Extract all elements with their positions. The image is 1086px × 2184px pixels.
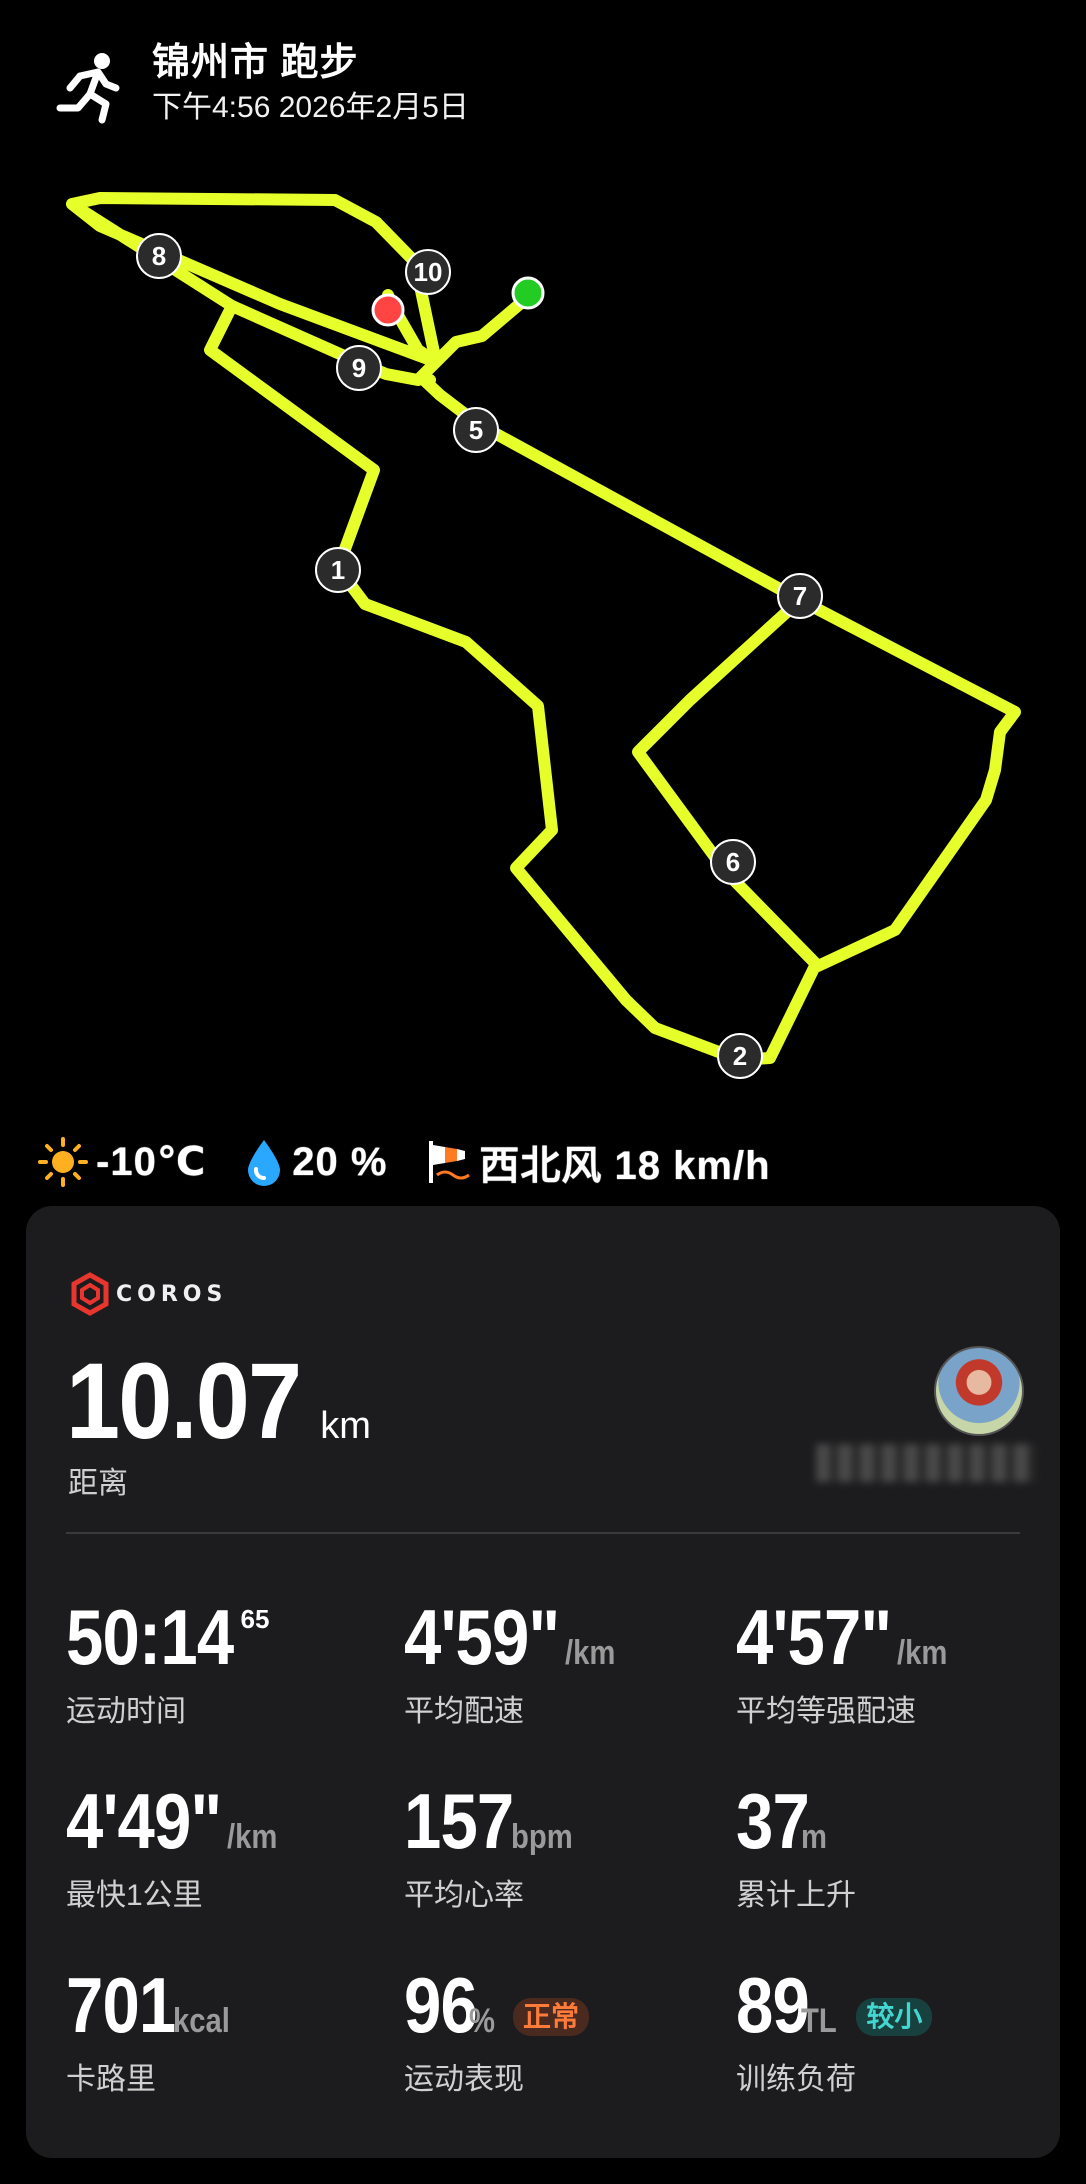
activity-datetime: 下午4:56 2026年2月5日 xyxy=(152,91,469,124)
temperature-text: -10℃ xyxy=(96,1140,207,1184)
activity-title: 锦州市 跑步 xyxy=(152,42,359,84)
km-marker-7[interactable]: 7 xyxy=(777,573,823,619)
svg-text:9: 9 xyxy=(352,353,366,383)
header: 锦州市 跑步 下午4:56 2026年2月5日 xyxy=(50,40,469,140)
svg-text:10: 10 xyxy=(414,257,443,287)
start-point xyxy=(511,276,545,310)
route-map[interactable]: 8 10 9 5 1 7 6 2 xyxy=(0,150,1086,1100)
weather-bar: -10℃ 20 % 西北风 18 km/h xyxy=(36,1130,807,1194)
status-badge: 正常 xyxy=(513,1998,590,2036)
svg-text:5: 5 xyxy=(469,415,483,445)
distance-label: 距离 xyxy=(68,1467,128,1500)
svg-text:7: 7 xyxy=(793,581,807,611)
coros-logo-icon xyxy=(71,1272,109,1316)
distance-value: 10.07 km xyxy=(66,1340,371,1461)
running-person-icon xyxy=(56,53,120,124)
stat-performance: 96% 正常 运动表现 xyxy=(404,1964,724,2098)
stat-avg-pace: 4'59"/km 平均配速 xyxy=(404,1593,616,1728)
stat-avg-heart-rate: 157 bpm 平均心率 xyxy=(404,1777,573,1912)
route-line xyxy=(66,192,1021,1066)
avatar[interactable] xyxy=(934,1346,1024,1436)
svg-text:1: 1 xyxy=(331,555,345,585)
km-marker-9[interactable]: 9 xyxy=(336,345,382,391)
km-marker-8[interactable]: 8 xyxy=(136,233,182,279)
stat-elevation-gain: 37 m 累计上升 xyxy=(736,1777,856,1912)
sun-icon xyxy=(38,1137,88,1187)
divider xyxy=(66,1532,1020,1534)
end-point xyxy=(371,293,405,327)
svg-text:2: 2 xyxy=(733,1041,747,1071)
humidity-text: 20 % xyxy=(292,1139,388,1184)
km-marker-2[interactable]: 2 xyxy=(717,1033,763,1079)
stats-card: COROS 10.07 km 距离 50:14 65 运动时间 4'59"/km … xyxy=(26,1206,1060,2158)
wind-text: 西北风 18 km/h xyxy=(479,1144,771,1188)
water-drop-icon xyxy=(248,1140,281,1186)
stat-calories: 701 kcal 卡路里 xyxy=(66,1961,231,2096)
brand-name: COROS xyxy=(116,1281,228,1307)
stat-duration: 50:14 65 运动时间 xyxy=(66,1593,270,1728)
status-badge: 较小 xyxy=(856,1998,933,2036)
brand-logo: COROS xyxy=(70,1272,227,1316)
km-marker-1[interactable]: 1 xyxy=(315,547,361,593)
km-marker-6[interactable]: 6 xyxy=(710,839,756,885)
km-marker-10[interactable]: 10 xyxy=(405,249,451,295)
svg-text:8: 8 xyxy=(152,241,166,271)
stat-training-load: 89 TL 较小 训练负荷 xyxy=(736,1964,1056,2098)
windsock-icon xyxy=(429,1141,471,1183)
blurred-username xyxy=(816,1444,1036,1482)
km-marker-5[interactable]: 5 xyxy=(453,407,499,453)
svg-text:6: 6 xyxy=(726,847,740,877)
stat-grade-adjusted-pace: 4'57"/km 平均等强配速 xyxy=(736,1593,948,1728)
stat-fastest-km: 4'49"/km 最快1公里 xyxy=(66,1777,278,1912)
